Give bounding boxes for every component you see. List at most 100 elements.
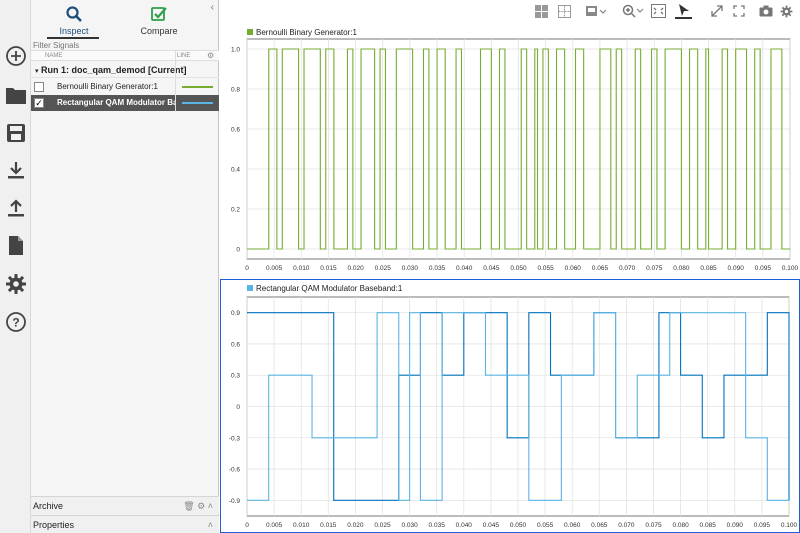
x-tick-label: 0.070 bbox=[619, 265, 636, 272]
x-tick-label: 0.045 bbox=[483, 265, 500, 272]
x-tick-label: 0.065 bbox=[591, 522, 608, 529]
x-tick-label: 0.010 bbox=[293, 265, 310, 272]
y-tick-label: -0.6 bbox=[229, 467, 241, 474]
legend-swatch bbox=[247, 29, 253, 35]
properties-section[interactable]: Properties ˄ bbox=[31, 515, 219, 533]
x-tick-label: 0.025 bbox=[375, 265, 392, 272]
x-tick-label: 0.015 bbox=[320, 522, 337, 529]
x-tick-label: 0 bbox=[245, 265, 249, 272]
plot-title: Rectangular QAM Modulator Baseband:1 bbox=[256, 284, 403, 293]
x-tick-label: 0.045 bbox=[483, 522, 500, 529]
magnifier-icon bbox=[66, 6, 82, 22]
y-tick-label: 0.6 bbox=[231, 127, 240, 134]
tab-compare[interactable]: Compare bbox=[128, 2, 190, 38]
plot-axes[interactable]: 0 0.005 0.010 0.015 0.020 0.025 0.030 0.035 0.04… bbox=[221, 280, 798, 531]
settings-icon bbox=[780, 5, 792, 17]
subplot-button[interactable] bbox=[556, 3, 572, 19]
export-button[interactable] bbox=[4, 196, 27, 219]
column-name-header[interactable]: NAME bbox=[45, 53, 62, 59]
svg-text:?: ? bbox=[12, 315, 19, 329]
subplot-icon bbox=[557, 4, 571, 18]
preferences-button[interactable] bbox=[4, 272, 27, 295]
sdi-app: ? Inspect Compare ‹ NAME LINE ⚙ bbox=[0, 0, 800, 533]
expand-run-icon[interactable]: ▾ bbox=[35, 68, 39, 75]
archive-label: Archive bbox=[33, 501, 64, 511]
x-tick-label: 0.075 bbox=[646, 265, 663, 272]
run-row[interactable]: ▾ Run 1: doc_qam_demod [Current] bbox=[31, 62, 219, 78]
signal-row-qam[interactable]: ✓ Rectangular QAM Modulator Bas bbox=[31, 95, 219, 111]
signal-checkbox[interactable]: ✓ bbox=[34, 98, 44, 108]
x-tick-label: 0.030 bbox=[401, 522, 418, 529]
chevron-up-icon[interactable]: ˄ bbox=[208, 501, 213, 511]
plot-legend: Bernoulli Binary Generator:1 bbox=[247, 28, 357, 37]
import-button[interactable] bbox=[4, 158, 27, 181]
x-tick-label: 0.090 bbox=[728, 265, 745, 272]
x-tick-label: 0.095 bbox=[755, 265, 772, 272]
y-tick-label: 0.3 bbox=[231, 373, 240, 380]
y-tick-label: 0 bbox=[236, 247, 240, 254]
x-tick-label: 0.030 bbox=[402, 265, 419, 272]
filter-signals-input[interactable] bbox=[33, 40, 217, 50]
plot-title: Bernoulli Binary Generator:1 bbox=[256, 28, 357, 37]
plot-bernoulli[interactable]: Bernoulli Binary Generator:1 0 0.005 0.010… bbox=[220, 24, 800, 277]
help-icon: ? bbox=[5, 311, 26, 332]
zoom-button[interactable] bbox=[621, 3, 645, 19]
left-toolbar: ? bbox=[0, 0, 31, 533]
tab-inspect[interactable]: Inspect bbox=[43, 2, 105, 38]
plot-axes[interactable]: 0 0.005 0.010 0.015 0.020 0.025 0.030 0.035 0.04… bbox=[220, 24, 800, 277]
visualization-button[interactable] bbox=[584, 3, 608, 19]
open-button[interactable] bbox=[4, 83, 27, 106]
x-tick-label: 0.015 bbox=[320, 265, 337, 272]
check-icon bbox=[151, 7, 167, 21]
cursor-button[interactable] bbox=[675, 3, 692, 19]
active-tab-indicator bbox=[47, 37, 99, 39]
y-tick-label: -0.3 bbox=[229, 435, 241, 442]
report-button[interactable] bbox=[4, 234, 27, 257]
zoom-icon bbox=[622, 4, 644, 18]
x-tick-label: 0.035 bbox=[429, 522, 446, 529]
x-tick-label: 0.100 bbox=[781, 522, 798, 529]
fullscreen-button[interactable] bbox=[731, 3, 746, 19]
plot-qam[interactable]: Rectangular QAM Modulator Baseband:1 0 0.… bbox=[220, 279, 800, 533]
fit-to-view-button[interactable] bbox=[650, 3, 667, 19]
new-session-button[interactable] bbox=[4, 44, 27, 67]
y-tick-label: 0 bbox=[236, 404, 240, 411]
signal-checkbox[interactable] bbox=[34, 82, 44, 92]
help-button[interactable]: ? bbox=[4, 310, 27, 333]
x-tick-label: 0.085 bbox=[700, 522, 717, 529]
y-tick-label: -0.9 bbox=[229, 498, 241, 505]
x-tick-label: 0 bbox=[245, 522, 249, 529]
x-tick-label: 0.020 bbox=[347, 265, 364, 272]
snapshot-icon bbox=[759, 5, 773, 17]
save-button[interactable] bbox=[4, 121, 27, 144]
signal-table-header: NAME LINE ⚙ bbox=[31, 50, 219, 61]
chevron-up-icon[interactable]: ˄ bbox=[208, 520, 213, 530]
x-tick-label: 0.060 bbox=[564, 522, 581, 529]
expand-button[interactable] bbox=[709, 3, 724, 19]
archive-settings-icon[interactable]: ⚙ bbox=[197, 501, 205, 511]
x-tick-label: 0.005 bbox=[266, 265, 283, 272]
table-settings-icon[interactable]: ⚙ bbox=[207, 51, 214, 60]
trash-icon[interactable]: 🗑 bbox=[183, 501, 194, 511]
signal-line-swatch[interactable] bbox=[182, 102, 213, 104]
snapshot-button[interactable] bbox=[758, 3, 774, 19]
x-tick-label: 0.010 bbox=[293, 522, 310, 529]
layout-button[interactable] bbox=[533, 3, 549, 19]
x-tick-label: 0.090 bbox=[727, 522, 744, 529]
collapse-panel-button[interactable]: ‹ bbox=[211, 2, 214, 13]
archive-section[interactable]: Archive 🗑 ⚙ ˄ bbox=[31, 496, 219, 514]
column-line-header[interactable]: LINE bbox=[177, 53, 190, 59]
properties-label: Properties bbox=[33, 520, 75, 530]
signal-line-swatch[interactable] bbox=[182, 86, 213, 88]
plot-settings-button[interactable] bbox=[778, 3, 794, 19]
x-tick-label: 0.070 bbox=[618, 522, 635, 529]
x-tick-label: 0.020 bbox=[347, 522, 364, 529]
document-icon bbox=[8, 236, 23, 255]
y-tick-label: 0.6 bbox=[231, 341, 240, 348]
x-tick-label: 0.060 bbox=[565, 265, 582, 272]
x-tick-label: 0.075 bbox=[645, 522, 662, 529]
signal-row-bernoulli[interactable]: Bernoulli Binary Generator:1 bbox=[31, 79, 219, 95]
x-tick-label: 0.100 bbox=[782, 265, 799, 272]
x-tick-label: 0.035 bbox=[429, 265, 446, 272]
x-tick-label: 0.085 bbox=[700, 265, 717, 272]
